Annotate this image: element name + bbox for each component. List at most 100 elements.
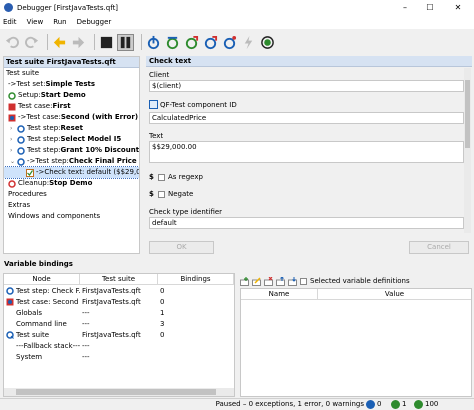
- app-icon: [4, 3, 13, 12]
- detail-scrollbar[interactable]: [464, 68, 471, 233]
- expand-arrow-icon[interactable]: ›: [10, 123, 17, 134]
- minimize-icon[interactable]: –: [395, 0, 415, 15]
- step-into-icon[interactable]: [146, 35, 161, 50]
- collapse-arrow-icon[interactable]: ⌄: [10, 156, 17, 167]
- check-type-field[interactable]: default: [149, 217, 464, 229]
- toolbar-separator: [47, 34, 48, 50]
- component-id-field[interactable]: CalculatedPrice: [149, 112, 464, 124]
- test-case-error-icon: [6, 298, 14, 306]
- table-row[interactable]: Test case: Second ... FirstJavaTests.qft…: [4, 297, 234, 308]
- toolbar-separator: [94, 34, 95, 50]
- table-row[interactable]: ---Fallback stack--- ---: [4, 341, 234, 352]
- test-suite-icon: [6, 331, 14, 339]
- cleanup-icon: [8, 179, 16, 188]
- stop-icon[interactable]: [99, 35, 114, 50]
- client-label: Client: [149, 71, 170, 79]
- tree-node-step-reset[interactable]: › Test step: Reset: [4, 123, 139, 134]
- pause-icon[interactable]: [117, 33, 134, 51]
- step-out-icon[interactable]: [184, 35, 199, 50]
- continue-icon[interactable]: [260, 35, 275, 50]
- col-bindings[interactable]: Bindings: [158, 274, 234, 285]
- bindings-hscrollbar[interactable]: [4, 388, 234, 396]
- bindings-table: Node Test suite Bindings Test step: Chec…: [3, 273, 235, 397]
- expand-arrow-icon[interactable]: ›: [10, 134, 17, 145]
- col-value[interactable]: Value: [318, 289, 471, 300]
- undo-icon[interactable]: [5, 35, 20, 50]
- maximize-icon[interactable]: ☐: [420, 0, 440, 15]
- tree-node-test-case-second[interactable]: ->Test case: Second (with Error): [4, 112, 139, 123]
- as-regexp-checkbox[interactable]: [158, 174, 165, 181]
- tree-node-test-suite[interactable]: Test suite: [4, 68, 139, 79]
- tree-header: Test suite FirstJavaTests.qft: [4, 57, 139, 68]
- col-test-suite[interactable]: Test suite: [80, 274, 158, 285]
- table-row[interactable]: Globals --- 1: [4, 308, 234, 319]
- test-step-icon: [17, 135, 25, 144]
- col-node[interactable]: Node: [4, 274, 80, 285]
- table-row[interactable]: System ---: [4, 352, 234, 363]
- detail-header: Check text: [146, 56, 472, 67]
- ok-button[interactable]: OK: [149, 241, 214, 254]
- step-over-icon[interactable]: [165, 35, 180, 50]
- skip-over-icon[interactable]: [203, 35, 218, 50]
- test-step-icon: [17, 157, 25, 166]
- edit-variable-icon[interactable]: [252, 276, 261, 286]
- menu-run[interactable]: Run: [53, 18, 66, 26]
- break-on-exception-icon[interactable]: [241, 35, 256, 50]
- menu-edit[interactable]: Edit: [3, 18, 17, 26]
- title-bar: Debugger [FirstJavaTests.qft] – ☐ ✕: [0, 0, 474, 15]
- col-name[interactable]: Name: [241, 289, 318, 300]
- tree-node-procedures[interactable]: Procedures: [4, 189, 139, 200]
- cancel-button[interactable]: Cancel: [409, 241, 469, 254]
- text-label: Text: [149, 132, 164, 140]
- table-row[interactable]: Test step: Check F... FirstJavaTests.qft…: [4, 286, 234, 297]
- tree-node-step-select-model[interactable]: › Test step: Select Model I5: [4, 134, 139, 145]
- test-suite-tree: Test suite FirstJavaTests.qft Test suite…: [3, 56, 140, 254]
- test-step-icon: [6, 287, 14, 295]
- selected-definitions-label: Selected variable definitions: [310, 277, 410, 285]
- tree-node-check-text[interactable]: ->Check text: default ($$29,000.: [4, 166, 139, 179]
- menu-view[interactable]: View: [27, 18, 44, 26]
- move-up-icon[interactable]: [276, 275, 285, 286]
- negate-checkbox[interactable]: [158, 191, 165, 198]
- table-row[interactable]: Test suite FirstJavaTests.qft 0: [4, 330, 234, 341]
- tree-node-step-grant-discount[interactable]: › Test step: Grant 10% Discount: [4, 145, 139, 156]
- menu-debugger[interactable]: Debugger: [77, 18, 112, 26]
- text-field[interactable]: $$29,000.00: [149, 141, 464, 163]
- tree-node-extras[interactable]: Extras: [4, 200, 139, 211]
- definitions-table: Name Value: [240, 288, 472, 397]
- skip-out-icon[interactable]: [222, 35, 237, 50]
- status-text: Paused – 0 exceptions, 1 error, 0 warnin…: [215, 400, 364, 408]
- setup-icon: [8, 91, 16, 100]
- back-arrow-icon[interactable]: [52, 35, 67, 50]
- client-field[interactable]: $(client): [149, 80, 464, 92]
- error-count-icon: [366, 400, 375, 409]
- selected-definitions-checkbox[interactable]: [300, 277, 307, 285]
- check-type-label: Check type identifier: [149, 208, 223, 216]
- delete-variable-icon[interactable]: [264, 276, 273, 286]
- tree-node-cleanup[interactable]: Cleanup: Stop Demo: [4, 178, 139, 189]
- test-case-icon: [8, 103, 16, 111]
- check-text-icon: [26, 168, 34, 177]
- tree-node-setup[interactable]: Setup: Start Demo: [4, 90, 139, 101]
- test-step-icon: [17, 146, 25, 155]
- add-variable-icon[interactable]: [240, 276, 249, 286]
- tree-node-test-case-first[interactable]: Test case: First: [4, 101, 139, 112]
- tree-node-test-set[interactable]: ->Test set: Simple Tests: [4, 79, 139, 90]
- negate-label: Negate: [168, 190, 194, 198]
- forward-arrow-icon[interactable]: [71, 35, 86, 50]
- toolbar-separator: [141, 34, 142, 50]
- variable-bindings-title: Variable bindings: [4, 260, 73, 268]
- tree-node-step-check-price[interactable]: ⌄ ->Test step: Check Final Price (car: [4, 156, 139, 167]
- toolbar: [0, 29, 474, 55]
- move-down-icon[interactable]: [288, 276, 297, 286]
- window-title: Debugger [FirstJavaTests.qft]: [17, 3, 119, 12]
- expand-arrow-icon[interactable]: ›: [10, 145, 17, 156]
- component-label-row: QF-Test component ID: [149, 100, 237, 109]
- error-count: 0: [377, 400, 382, 408]
- table-row[interactable]: Command line --- 3: [4, 319, 234, 330]
- tree-node-windows-components[interactable]: Windows and components: [4, 211, 139, 222]
- redo-icon[interactable]: [24, 35, 39, 50]
- total-count-icon: [414, 400, 423, 409]
- bottom-panel: Variable bindings Node Test suite Bindin…: [0, 258, 474, 398]
- close-icon[interactable]: ✕: [448, 0, 468, 15]
